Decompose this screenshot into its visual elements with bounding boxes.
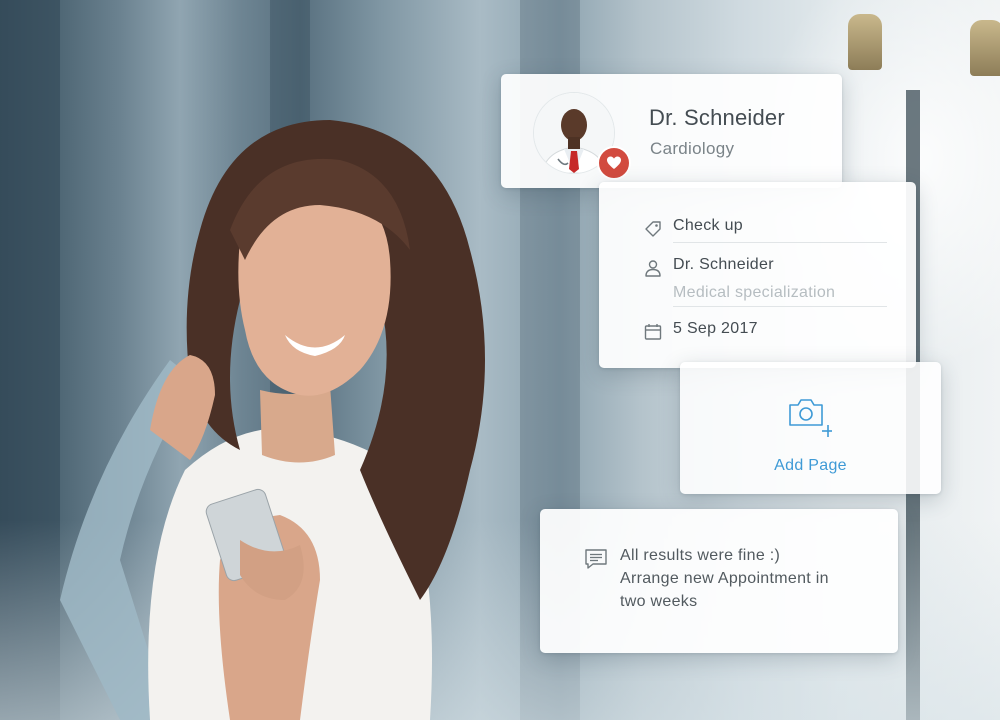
add-page-label: Add Page xyxy=(774,457,847,474)
woman-with-phone-photo xyxy=(60,120,485,720)
heart-icon xyxy=(597,146,631,180)
note-text-line: Arrange new Appointment in xyxy=(620,570,829,587)
appointment-details-card: Check up Dr. Schneider Medical specializ… xyxy=(599,182,916,368)
note-text-line: two weeks xyxy=(620,593,698,610)
person-icon xyxy=(645,260,661,277)
comment-icon xyxy=(585,549,607,569)
appointment-doctor-name: Dr. Schneider xyxy=(673,256,774,273)
calendar-icon xyxy=(644,324,662,340)
note-text-line: All results were fine :) xyxy=(620,547,781,564)
appointment-type: Check up xyxy=(673,217,743,234)
doctor-name: Dr. Schneider xyxy=(649,105,785,130)
doctor-card[interactable]: Dr. Schneider Cardiology xyxy=(501,74,842,188)
note-card[interactable]: All results were fine :) Arrange new App… xyxy=(540,509,898,653)
tag-icon xyxy=(645,221,661,237)
camera-add-icon xyxy=(789,399,832,437)
field-divider xyxy=(673,242,887,243)
field-divider xyxy=(673,306,887,307)
appointment-date: 5 Sep 2017 xyxy=(673,320,758,337)
doctor-department: Cardiology xyxy=(650,139,735,158)
add-page-card[interactable]: Add Page xyxy=(680,362,941,494)
street-lamp xyxy=(970,20,1000,76)
street-lamp xyxy=(848,14,882,70)
specialization-placeholder: Medical specialization xyxy=(673,284,836,301)
